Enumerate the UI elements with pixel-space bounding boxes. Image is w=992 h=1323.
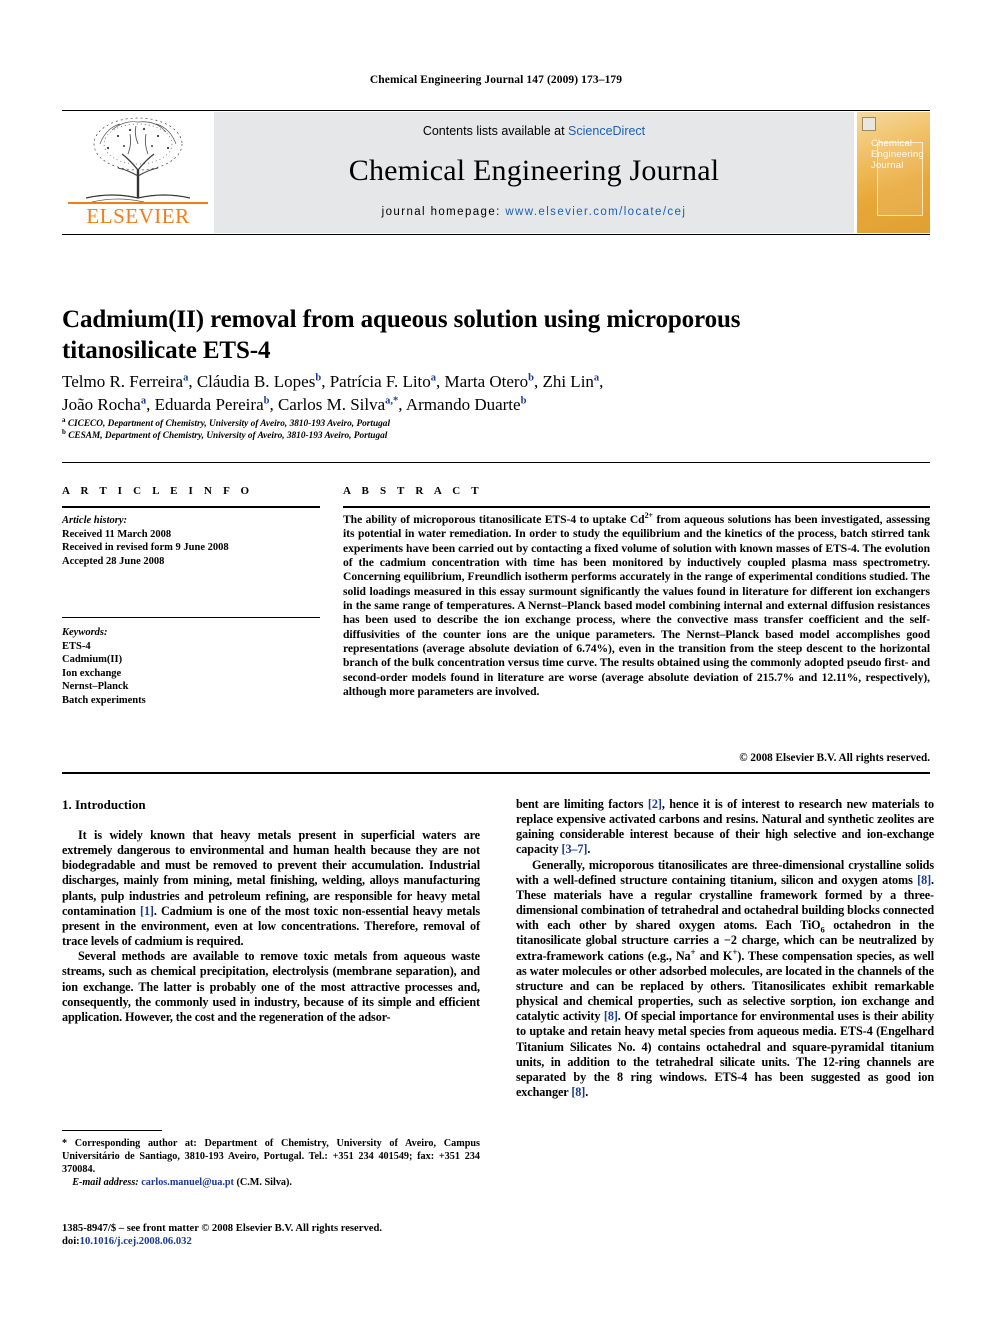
email-label: E-mail address: (72, 1176, 139, 1188)
abstract-superscript: 2+ (644, 511, 654, 521)
keywords-rule (62, 617, 320, 619)
journal-homepage-link[interactable]: www.elsevier.com/locate/cej (505, 206, 686, 218)
issn-copyright-block: 1385-8947/$ – see front matter © 2008 El… (62, 1222, 492, 1249)
citation-ref-8-c[interactable]: [8] (571, 1085, 585, 1099)
affiliation-a-text: CICECO, Department of Chemistry, Univers… (67, 419, 391, 429)
paragraph-right-1-part-a: bent are limiting factors (516, 797, 648, 811)
keyword-item: Ion exchange (62, 667, 122, 679)
journal-cover-thumbnail: Chemical Engineering Journal (857, 112, 930, 233)
keywords-list: Keywords: ETS-4 Cadmium(II) Ion exchange… (62, 626, 320, 708)
section-heading-introduction: 1. Introduction (62, 797, 146, 812)
doi-link[interactable]: 10.1016/j.cej.2008.06.032 (80, 1236, 192, 1247)
doi-line: doi:10.1016/j.cej.2008.06.032 (62, 1235, 492, 1248)
history-item: Accepted 28 June 2008 (62, 555, 165, 567)
journal-homepage-line: journal homepage: www.elsevier.com/locat… (214, 206, 854, 218)
journal-masthead: ELSEVIER Contents lists available at Sci… (62, 110, 930, 235)
copyright-notice: © 2008 Elsevier B.V. All rights reserved… (739, 752, 930, 764)
paragraph-left-1: It is widely known that heavy metals pre… (62, 828, 480, 949)
masthead-bottom-rule (62, 234, 930, 235)
keyword-item: ETS-4 (62, 640, 91, 652)
corresponding-author-footnote: * Corresponding author at: Department of… (62, 1138, 480, 1190)
affiliation-b: b CESAM, Department of Chemistry, Univer… (62, 428, 388, 442)
citation-ref-8-b[interactable]: [8] (604, 1009, 618, 1023)
history-item: Received in revised form 9 June 2008 (62, 542, 229, 554)
body-column-right: bent are limiting factors [2], hence it … (516, 797, 934, 1100)
cover-title: Chemical Engineering Journal (871, 138, 924, 171)
paragraph-right-1: bent are limiting factors [2], hence it … (516, 797, 934, 858)
paragraph-right-2: Generally, microporous titanosilicates a… (516, 858, 934, 1101)
author-list: Telmo R. Ferreiraa, Cláudia B. Lopesb, P… (62, 370, 762, 416)
journal-article-page: Chemical Engineering Journal 147 (2009) … (0, 0, 992, 1323)
affiliation-list: a CICECO, Department of Chemistry, Unive… (62, 415, 762, 443)
abstract-text: The ability of microporous titanosilicat… (343, 511, 930, 699)
body-column-left: It is widely known that heavy metals pre… (62, 828, 480, 1025)
corresponding-author-text: * Corresponding author at: Department of… (62, 1138, 480, 1175)
citation-ref-2[interactable]: [2] (648, 797, 662, 811)
citation-ref-3-7[interactable]: [3–7] (561, 842, 587, 856)
keyword-item: Nernst–Planck (62, 681, 129, 693)
contents-available-line: Contents lists available at ScienceDirec… (214, 124, 854, 138)
paragraph-right-2-part-d: and K (695, 948, 733, 963)
running-head: Chemical Engineering Journal 147 (2009) … (369, 74, 623, 86)
elsevier-wordmark: ELSEVIER (86, 204, 190, 228)
article-history-header: Article history: (62, 515, 128, 526)
sciencedirect-link[interactable]: ScienceDirect (568, 124, 645, 138)
affiliation-a: a CICECO, Department of Chemistry, Unive… (62, 415, 391, 429)
footnote-separator-rule (62, 1130, 162, 1131)
homepage-prefix: journal homepage: (381, 206, 506, 218)
paragraph-right-1-part-c: . (587, 842, 591, 857)
abstract-part-2: from aqueous solutions has been investig… (343, 513, 930, 699)
masthead-top-rule (62, 110, 930, 111)
keyword-item: Batch experiments (62, 694, 146, 706)
article-info-label: A R T I C L E I N F O (62, 485, 254, 497)
cover-emblem-icon (862, 117, 876, 131)
journal-name: Chemical Engineering Journal (348, 154, 720, 187)
abstract-label: A B S T R A C T (343, 485, 483, 497)
email-link[interactable]: carlos.manuel@ua.pt (141, 1177, 234, 1188)
citation-ref-8-a[interactable]: [8] (917, 873, 931, 887)
citation-ref-1[interactable]: [1] (140, 904, 154, 918)
affiliation-b-text: CESAM, Department of Chemistry, Universi… (68, 431, 388, 442)
page-title: Cadmium(II) removal from aqueous solutio… (62, 305, 741, 364)
info-block-top-rule (62, 462, 930, 463)
masthead-center-panel: Contents lists available at ScienceDirec… (214, 112, 854, 233)
author-line-1: Telmo R. Ferreiraa, Cláudia B. Lopesb, P… (62, 372, 604, 391)
paragraph-right-2-part-a: Generally, microporous titanosilicates a… (516, 857, 934, 887)
abstract-rule (343, 506, 930, 508)
email-owner: (C.M. Silva). (233, 1176, 292, 1188)
keyword-item: Cadmium(II) (62, 654, 123, 666)
doi-label: doi: (62, 1236, 80, 1248)
contents-prefix: Contents lists available at (422, 124, 569, 138)
info-block-bottom-rule (62, 772, 930, 774)
issn-line: 1385-8947/$ – see front matter © 2008 El… (62, 1223, 382, 1234)
article-history: Article history: Received 11 March 2008 … (62, 514, 320, 568)
elsevier-tree-icon (85, 117, 191, 203)
paragraph-right-2-part-g: . (585, 1084, 589, 1099)
abstract-part-1: The ability of microporous titanosilicat… (343, 513, 645, 526)
paragraph-left-2: Several methods are available to remove … (62, 949, 480, 1024)
history-item: Received 11 March 2008 (62, 528, 172, 540)
elsevier-logo: ELSEVIER (62, 112, 214, 233)
article-info-rule (62, 506, 320, 508)
keywords-header: Keywords: (62, 627, 108, 638)
author-line-2: João Rochaa, Eduarda Pereirab, Carlos M.… (62, 395, 527, 414)
